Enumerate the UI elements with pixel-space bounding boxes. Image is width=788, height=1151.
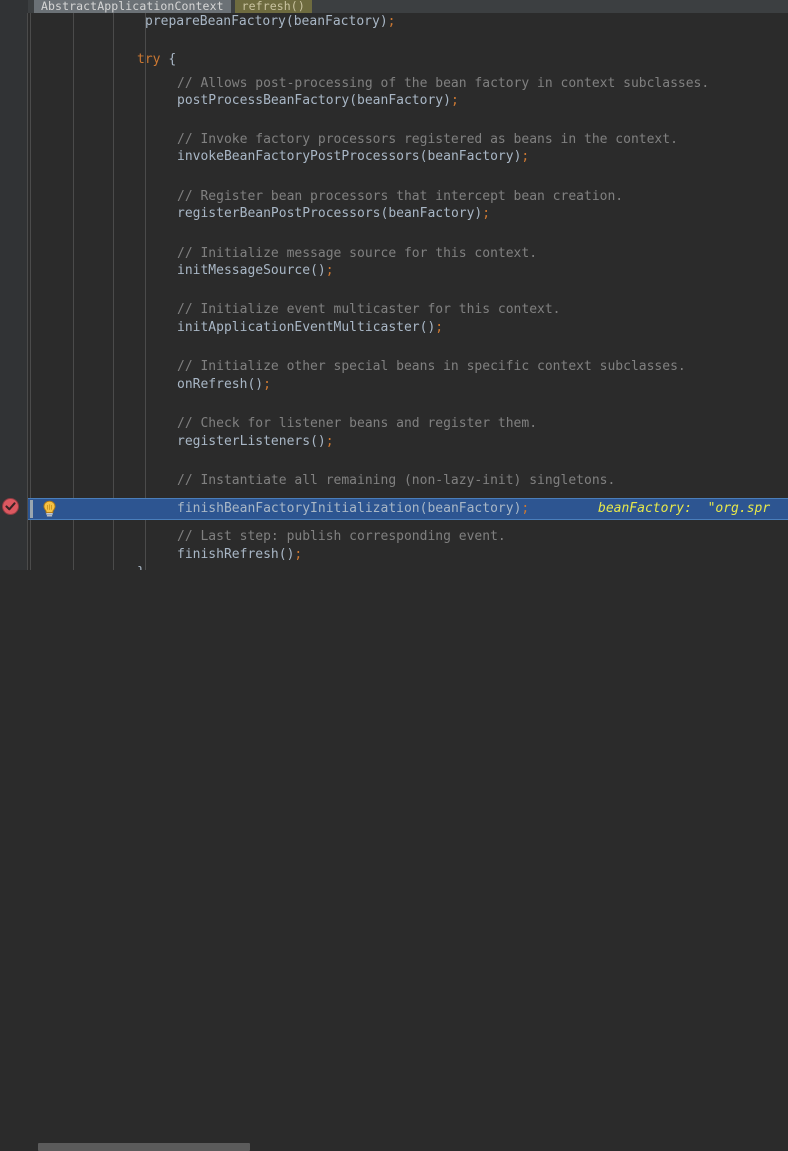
code-token: finishBeanFactoryInitialization [177, 501, 420, 516]
code-token: finishRefresh [177, 547, 279, 562]
lightbulb-icon[interactable] [41, 500, 58, 518]
code-line[interactable]: // Initialize event multicaster for this… [177, 300, 561, 319]
code-line[interactable]: // Instantiate all remaining (non-lazy-i… [177, 471, 615, 490]
code-token: ; [388, 14, 396, 29]
code-token: beanFactory [388, 206, 474, 221]
code-line[interactable]: onRefresh(); [177, 375, 271, 394]
code-line[interactable]: // Check for listener beans and register… [177, 414, 537, 433]
code-token: registerListeners [177, 434, 310, 449]
code-token: ; [451, 93, 459, 108]
code-token: ( [349, 93, 357, 108]
breadcrumb-gutter-pad [0, 0, 28, 13]
code-line[interactable]: prepareBeanFactory(beanFactory); [145, 13, 395, 31]
code-token: ; [326, 263, 334, 278]
code-token: ( [310, 263, 318, 278]
breadcrumb-item-class[interactable]: AbstractApplicationContext [34, 0, 231, 13]
breakpoint-verified-icon[interactable] [1, 497, 20, 516]
code-token: // Instantiate all remaining (non-lazy-i… [177, 473, 615, 488]
execution-line-code[interactable]: finishBeanFactoryInitialization(beanFact… [177, 499, 529, 519]
code-line[interactable]: initApplicationEventMulticaster(); [177, 318, 443, 337]
horizontal-scrollbar-thumb[interactable] [38, 1143, 250, 1151]
code-token: ) [380, 14, 388, 29]
code-token: // Initialize message source for this co… [177, 246, 537, 261]
code-token: // Invoke factory processors registered … [177, 132, 678, 147]
code-token: beanFactory [294, 14, 380, 29]
breadcrumb-item-method[interactable]: refresh() [235, 0, 312, 13]
code-line[interactable]: initMessageSource(); [177, 261, 334, 280]
code-line[interactable]: registerBeanPostProcessors(beanFactory); [177, 204, 490, 223]
code-token: onRefresh [177, 377, 247, 392]
code-token: // Check for listener beans and register… [177, 416, 537, 431]
code-token: beanFactory [427, 501, 513, 516]
code-line[interactable]: // Initialize other special beans in spe… [177, 357, 686, 376]
code-token: ) [318, 434, 326, 449]
code-line[interactable]: registerListeners(); [177, 432, 334, 451]
execution-line-caret [30, 500, 33, 518]
code-token: { [168, 52, 176, 67]
code-token: ; [482, 206, 490, 221]
code-surface[interactable]: prepareBeanFactory(beanFactory);try {// … [0, 13, 788, 570]
code-token: ; [521, 149, 529, 164]
code-token: ( [310, 434, 318, 449]
code-line[interactable]: try { [137, 50, 176, 69]
code-token: // Register bean processors that interce… [177, 189, 623, 204]
code-token: ; [263, 377, 271, 392]
code-token: ; [294, 547, 302, 562]
code-line[interactable]: postProcessBeanFactory(beanFactory); [177, 91, 459, 110]
code-token: try [137, 52, 160, 67]
code-token: postProcessBeanFactory [177, 93, 349, 108]
code-token: ( [286, 14, 294, 29]
code-token: // Initialize other special beans in spe… [177, 359, 686, 374]
code-token: // Allows post-processing of the bean fa… [177, 76, 709, 91]
code-token: ( [279, 547, 287, 562]
code-token: registerBeanPostProcessors [177, 206, 381, 221]
code-line[interactable]: // Last step: publish corresponding even… [177, 527, 506, 546]
horizontal-scrollbar-track[interactable] [0, 570, 788, 583]
code-token: ) [318, 263, 326, 278]
code-token: ; [326, 434, 334, 449]
code-token: // Initialize event multicaster for this… [177, 302, 561, 317]
code-token: ) [443, 93, 451, 108]
code-token: // Last step: publish corresponding even… [177, 529, 506, 544]
code-token: invokeBeanFactoryPostProcessors [177, 149, 420, 164]
code-token: initMessageSource [177, 263, 310, 278]
code-token: prepareBeanFactory [145, 14, 286, 29]
code-line[interactable]: finishRefresh(); [177, 545, 302, 564]
debugger-inline-value-hint[interactable]: beanFactory: "org.spr [598, 499, 770, 519]
code-token: ; [521, 501, 529, 516]
code-token: beanFactory [427, 149, 513, 164]
code-token: ) [255, 377, 263, 392]
code-token: ; [435, 320, 443, 335]
code-line[interactable]: invokeBeanFactoryPostProcessors(beanFact… [177, 147, 529, 166]
code-line[interactable]: } [137, 563, 145, 570]
breadcrumb: AbstractApplicationContext refresh() [0, 0, 788, 13]
code-token: initApplicationEventMulticaster [177, 320, 420, 335]
code-editor[interactable]: prepareBeanFactory(beanFactory);try {// … [0, 13, 788, 570]
code-token: beanFactory [357, 93, 443, 108]
